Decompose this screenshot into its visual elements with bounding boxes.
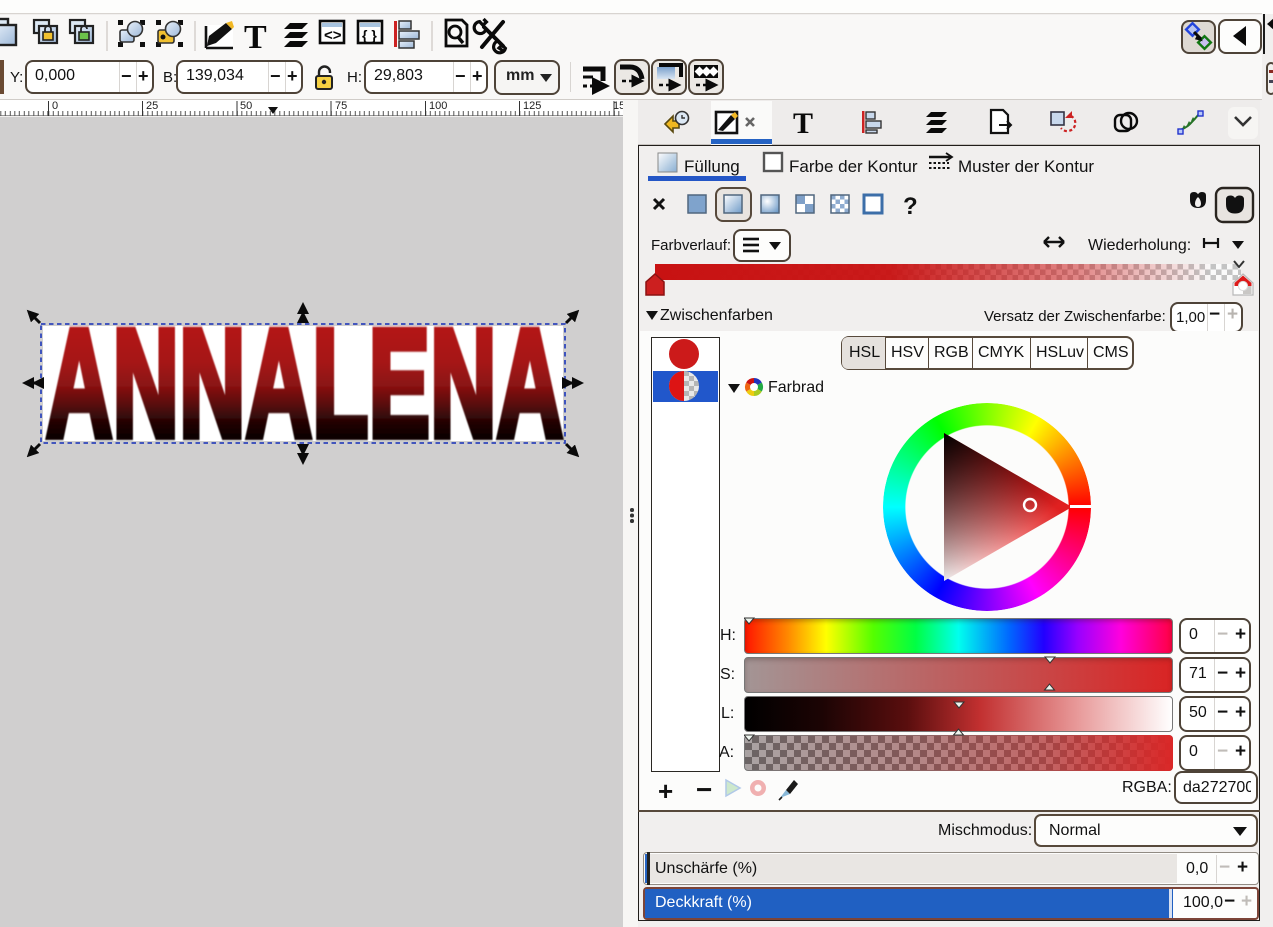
svg-text:Farbe der Kontur: Farbe der Kontur — [789, 157, 918, 176]
svg-text:T: T — [244, 19, 267, 56]
svg-text:T: T — [793, 107, 813, 140]
svg-text:Füllung: Füllung — [684, 157, 740, 176]
svg-text:?: ? — [903, 193, 918, 220]
svg-text:{ }: { } — [362, 27, 377, 43]
svg-text:<>: <> — [324, 27, 342, 44]
svg-text:Muster der Kontur: Muster der Kontur — [958, 157, 1094, 176]
